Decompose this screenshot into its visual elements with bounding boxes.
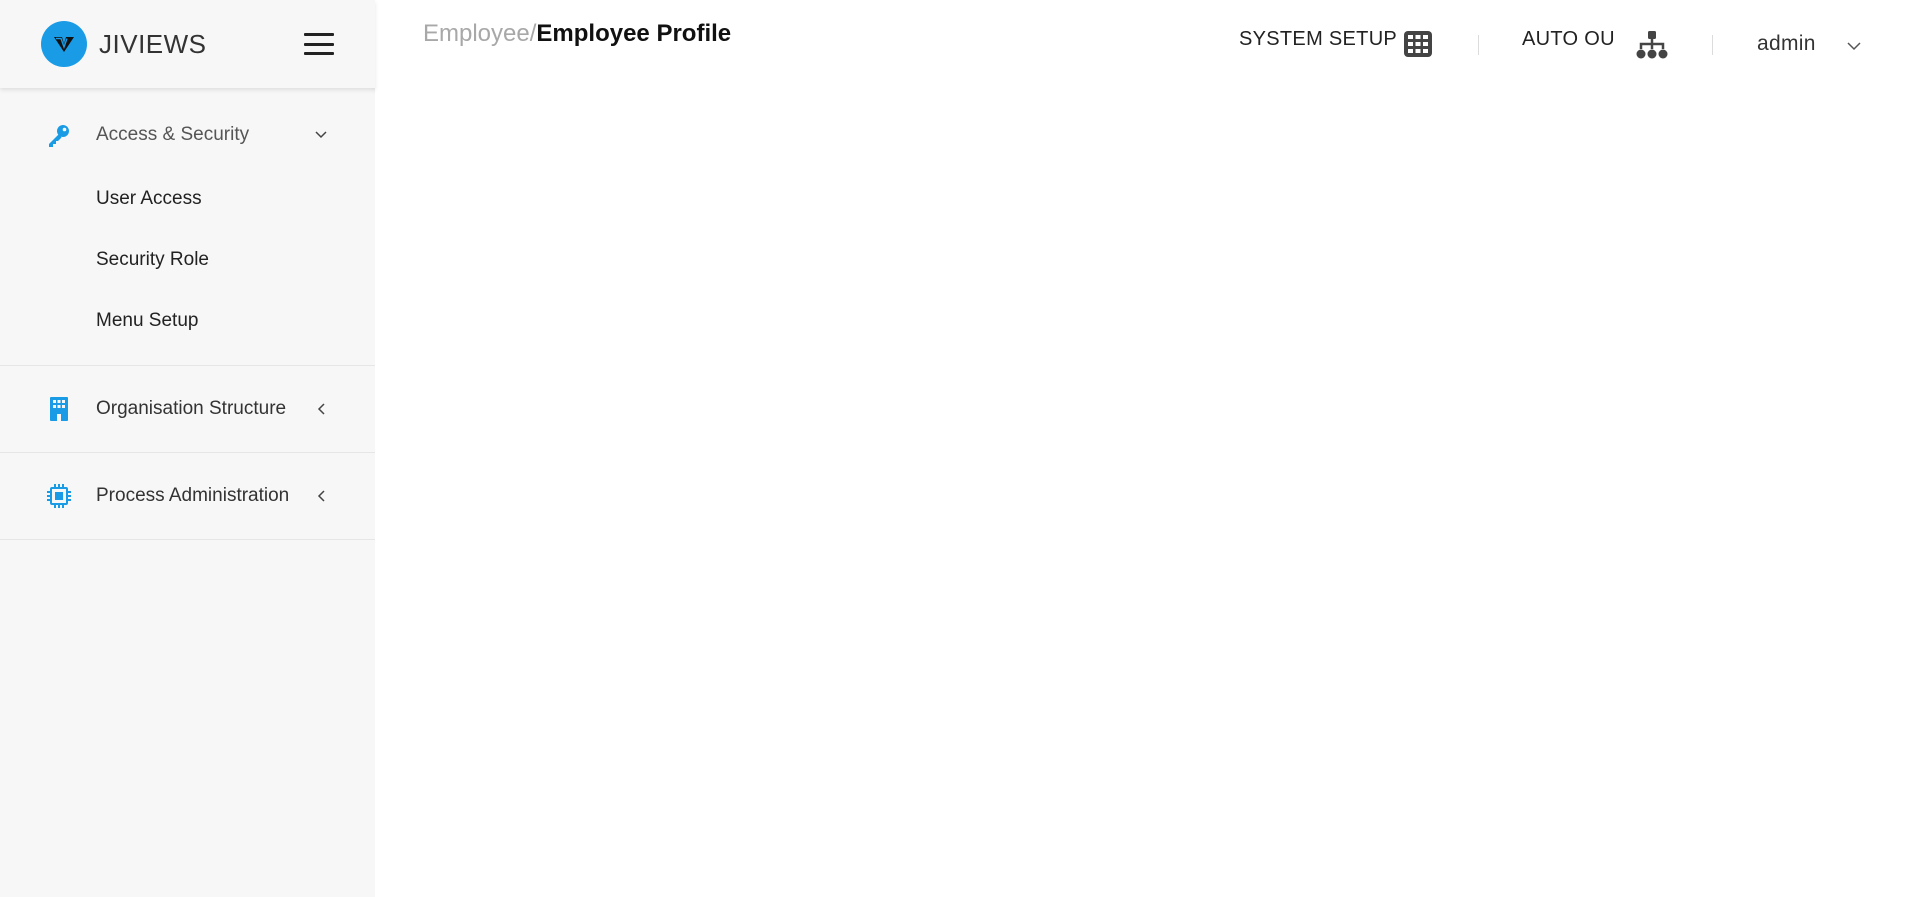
sidebar-item-user-access[interactable]: User Access <box>0 168 375 229</box>
sitemap-icon[interactable] <box>1636 31 1668 64</box>
auto-ou-button[interactable]: AUTO OU <box>1522 28 1615 51</box>
system-setup-label: SYSTEM SETUP <box>1239 28 1398 50</box>
user-name: admin <box>1757 32 1816 55</box>
v-logo-icon <box>54 37 74 52</box>
sidebar-item-menu-setup[interactable]: Menu Setup <box>0 290 375 351</box>
divider <box>1712 35 1713 55</box>
menu-section-access-security: Access & Security User Access Security R… <box>0 102 375 366</box>
hamburger-icon <box>304 33 334 36</box>
key-icon <box>46 122 72 148</box>
building-icon <box>46 396 72 422</box>
menu-toggle-button[interactable] <box>304 33 334 55</box>
sidebar-item-security-role[interactable]: Security Role <box>0 229 375 290</box>
system-setup-button[interactable]: SYSTEM SETUP <box>1239 28 1397 51</box>
user-menu-button[interactable]: admin <box>1757 32 1816 56</box>
menu-header-process-administration[interactable]: Process Administration <box>0 453 375 539</box>
chip-icon <box>46 483 72 509</box>
divider <box>1478 35 1479 55</box>
app-root: JIVIEWS Access & Security User Access Se… <box>0 0 1920 897</box>
menu-label-organisation-structure: Organisation Structure <box>96 398 287 419</box>
chevron-down-icon <box>314 128 328 142</box>
submenu-access-security: User Access Security Role Menu Setup <box>0 168 375 365</box>
menu-label-process-administration: Process Administration <box>96 485 290 506</box>
page-title: Employee Profile <box>536 20 732 47</box>
top-bar: Employee/Employee Profile SYSTEM SETUP A… <box>375 0 1920 88</box>
chevron-down-icon[interactable] <box>1847 38 1861 56</box>
menu-header-organisation-structure[interactable]: Organisation Structure <box>0 366 375 452</box>
menu-header-access-security[interactable]: Access & Security <box>0 102 375 168</box>
chevron-left-icon <box>314 489 328 503</box>
menu-label-access-security: Access & Security <box>96 124 250 145</box>
breadcrumb-parent[interactable]: Employee/ <box>423 20 536 47</box>
sidebar-menu: Access & Security User Access Security R… <box>0 88 375 540</box>
chevron-left-icon <box>314 402 328 416</box>
menu-section-process-administration: Process Administration <box>0 453 375 540</box>
breadcrumb: Employee/Employee Profile <box>423 20 731 48</box>
auto-ou-label: AUTO OU <box>1522 28 1615 50</box>
main-content <box>375 88 1920 897</box>
brand-bar: JIVIEWS <box>0 0 375 88</box>
sidebar: JIVIEWS Access & Security User Access Se… <box>0 0 375 897</box>
grid-icon[interactable] <box>1404 31 1432 62</box>
menu-section-organisation-structure: Organisation Structure <box>0 366 375 453</box>
brand-logo[interactable] <box>41 21 87 67</box>
brand-name: JIVIEWS <box>99 28 207 59</box>
